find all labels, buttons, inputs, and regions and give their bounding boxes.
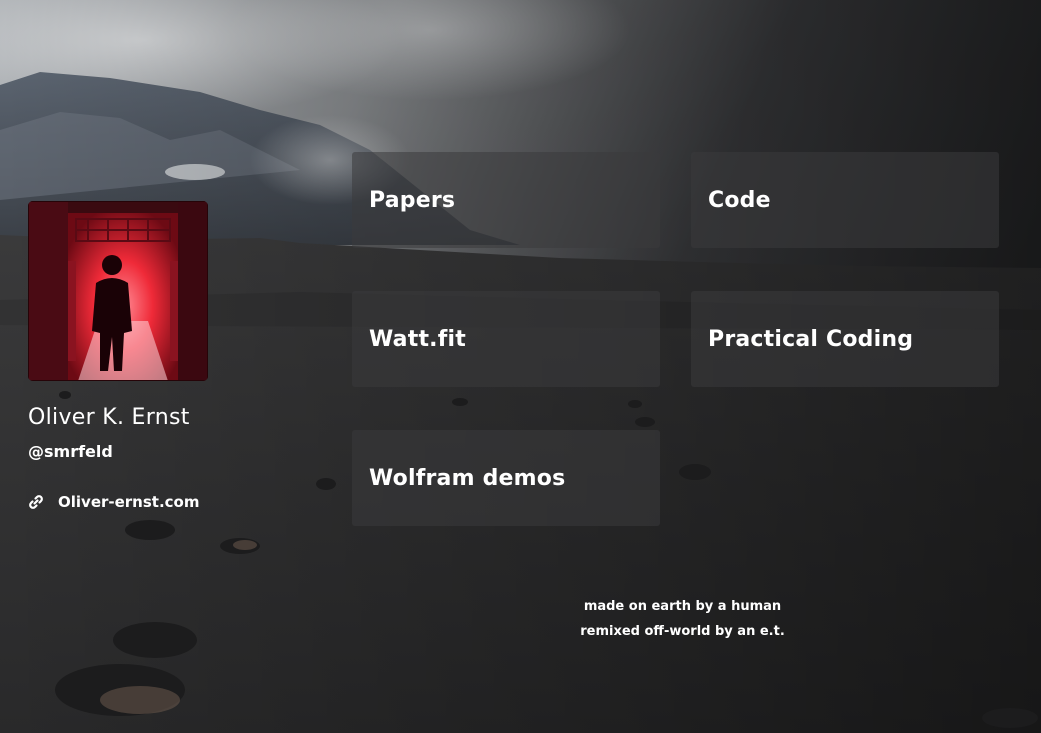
tile-papers-label: Papers — [369, 187, 456, 213]
tile-code-label: Code — [708, 187, 771, 213]
footer: made on earth by a human remixed off-wor… — [500, 594, 865, 644]
profile-avatar — [28, 201, 208, 381]
link-icon — [29, 495, 43, 509]
profile-handle: @smrfeld — [28, 442, 113, 461]
footer-line-2: remixed off-world by an e.t. — [580, 624, 785, 639]
tile-wolfram-demos[interactable]: Wolfram demos — [352, 430, 660, 526]
tile-code[interactable]: Code — [691, 152, 999, 248]
website-link[interactable]: Oliver-ernst.com — [28, 493, 199, 511]
tile-watt-fit-label: Watt.fit — [369, 326, 466, 352]
website-link-label: Oliver-ernst.com — [58, 493, 200, 511]
profile-name: Oliver K. Ernst — [28, 405, 190, 430]
footer-line-1: made on earth by a human — [583, 599, 782, 614]
page: Oliver K. Ernst @smrfeld Oliver-ernst.co… — [0, 0, 1041, 733]
tile-papers[interactable]: Papers — [352, 152, 660, 248]
tile-practical-coding-label: Practical Coding — [708, 326, 914, 352]
tile-watt-fit[interactable]: Watt.fit — [352, 291, 660, 387]
tile-wolfram-demos-label: Wolfram demos — [369, 465, 566, 491]
tile-practical-coding[interactable]: Practical Coding — [691, 291, 999, 387]
